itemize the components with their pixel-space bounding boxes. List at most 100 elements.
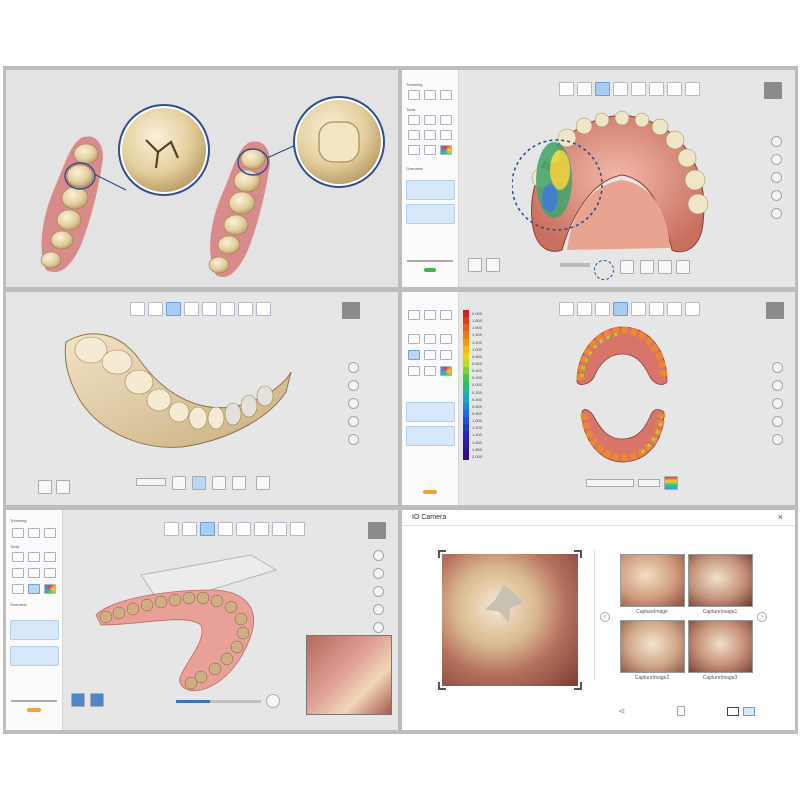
tool-button-7[interactable]	[408, 366, 420, 376]
search-icon[interactable]	[658, 260, 672, 274]
apply-button[interactable]	[424, 268, 436, 272]
upper-arch-thumbnail[interactable]	[406, 402, 455, 422]
share-icon[interactable]: ⋖	[618, 706, 628, 716]
lower-arch-thumbnail[interactable]	[10, 646, 59, 666]
rotate-icon[interactable]	[772, 398, 783, 409]
capture-thumbnail-2[interactable]	[620, 620, 685, 673]
toolbar-button-4[interactable]	[218, 522, 233, 536]
toolbar-button-5[interactable]	[202, 302, 217, 316]
threshold-slider-1[interactable]	[586, 479, 634, 487]
toolbar-button-3[interactable]	[200, 522, 215, 536]
live-camera-preview[interactable]	[306, 635, 392, 715]
fit-view-icon[interactable]	[348, 380, 359, 391]
tool-button-5[interactable]	[28, 568, 40, 578]
tool-button-4[interactable]	[408, 350, 420, 360]
trash-icon[interactable]	[676, 260, 690, 274]
color-wheel-button[interactable]	[44, 584, 56, 594]
lower-arch-thumbnail[interactable]	[406, 426, 455, 446]
apply-button[interactable]	[423, 490, 437, 494]
single-view-icon[interactable]	[727, 707, 739, 716]
tool-button-1[interactable]	[408, 115, 420, 125]
previous-arrow-icon[interactable]: ‹	[600, 612, 610, 622]
tool-button-7[interactable]	[12, 584, 24, 594]
toolbar-button-4[interactable]	[613, 302, 628, 316]
toolbar-button-8[interactable]	[685, 82, 700, 96]
fit-view-icon[interactable]	[373, 568, 384, 579]
brush-size-slider[interactable]	[407, 260, 453, 262]
tool-button-5[interactable]	[424, 350, 436, 360]
tool-button-8[interactable]	[424, 366, 436, 376]
trim-lasso-button[interactable]	[12, 528, 24, 538]
trim-lasso-button[interactable]	[408, 90, 420, 100]
tool-button-6[interactable]	[440, 130, 452, 140]
toolbar-button-6[interactable]	[649, 302, 664, 316]
zoom-in-icon[interactable]	[771, 190, 782, 201]
lower-arch-thumbnail[interactable]	[406, 204, 455, 224]
tool-button-7[interactable]	[408, 145, 420, 155]
toolbar-button-7[interactable]	[238, 302, 253, 316]
undo-icon[interactable]	[468, 258, 482, 272]
fit-view-icon[interactable]	[772, 380, 783, 391]
view-cube-icon[interactable]	[772, 362, 783, 373]
redo-icon[interactable]	[56, 480, 70, 494]
toolbar-button-8[interactable]	[685, 302, 700, 316]
upper-arch-thumbnail[interactable]	[406, 180, 455, 200]
cursor-mode-button[interactable]	[620, 260, 634, 274]
zoom-out-icon[interactable]	[373, 622, 384, 633]
play-button[interactable]	[212, 476, 226, 490]
tool-button-6[interactable]	[44, 568, 56, 578]
tool-button-4[interactable]	[12, 568, 24, 578]
color-map-button[interactable]	[664, 476, 678, 490]
rotate-icon[interactable]	[373, 586, 384, 597]
toolbar-button-1[interactable]	[130, 302, 145, 316]
threshold-slider-2[interactable]	[638, 479, 660, 487]
brush-size-slider[interactable]	[11, 700, 57, 702]
rotate-icon[interactable]	[348, 398, 359, 409]
tool-button-3[interactable]	[440, 334, 452, 344]
capture-thumbnail-0[interactable]	[620, 554, 685, 607]
search-icon[interactable]	[232, 476, 246, 490]
capture-thumbnail-1[interactable]	[688, 554, 753, 607]
toolbar-button-6[interactable]	[254, 522, 269, 536]
view-cube-icon[interactable]	[348, 362, 359, 373]
play-button[interactable]	[640, 260, 654, 274]
scan-mode-indicator[interactable]	[342, 302, 360, 319]
trim-box-button[interactable]	[424, 310, 436, 320]
toolbar-button-7[interactable]	[667, 302, 682, 316]
grid-view-icon[interactable]	[743, 707, 755, 716]
zoom-in-icon[interactable]	[348, 416, 359, 427]
toolbar-button-2[interactable]	[148, 302, 163, 316]
scan-mode-indicator[interactable]	[368, 522, 386, 539]
toolbar-button-5[interactable]	[631, 302, 646, 316]
toolbar-button-4[interactable]	[613, 82, 628, 96]
toolbar-button-4[interactable]	[184, 302, 199, 316]
tool-button-3[interactable]	[44, 552, 56, 562]
capture-thumbnail-3[interactable]	[688, 620, 753, 673]
trim-undo-button[interactable]	[44, 528, 56, 538]
opacity-slider[interactable]	[560, 263, 590, 267]
tool-button-8[interactable]	[28, 584, 40, 594]
tool-button-1[interactable]	[408, 334, 420, 344]
toolbar-button-3[interactable]	[595, 302, 610, 316]
view-cube-icon[interactable]	[373, 550, 384, 561]
trash-icon[interactable]	[256, 476, 270, 490]
tool-button-4[interactable]	[408, 130, 420, 140]
scan-mode-indicator[interactable]	[764, 82, 782, 99]
color-wheel-button[interactable]	[440, 366, 452, 376]
toolbar-button-7[interactable]	[272, 522, 287, 536]
toolbar-button-2[interactable]	[182, 522, 197, 536]
toolbar-button-8[interactable]	[290, 522, 305, 536]
zoom-out-icon[interactable]	[771, 208, 782, 219]
tool-button-1[interactable]	[12, 552, 24, 562]
tool-button-5[interactable]	[424, 130, 436, 140]
toolbar-button-5[interactable]	[631, 82, 646, 96]
tool-button-3[interactable]	[440, 115, 452, 125]
tool-button-2[interactable]	[424, 115, 436, 125]
toolbar-button-5[interactable]	[236, 522, 251, 536]
zoom-in-icon[interactable]	[772, 416, 783, 427]
color-wheel-button[interactable]	[440, 145, 452, 155]
toolbar-button-3[interactable]	[166, 302, 181, 316]
opacity-slider[interactable]	[136, 478, 166, 486]
fit-view-icon[interactable]	[771, 154, 782, 165]
tool-button-2[interactable]	[424, 334, 436, 344]
